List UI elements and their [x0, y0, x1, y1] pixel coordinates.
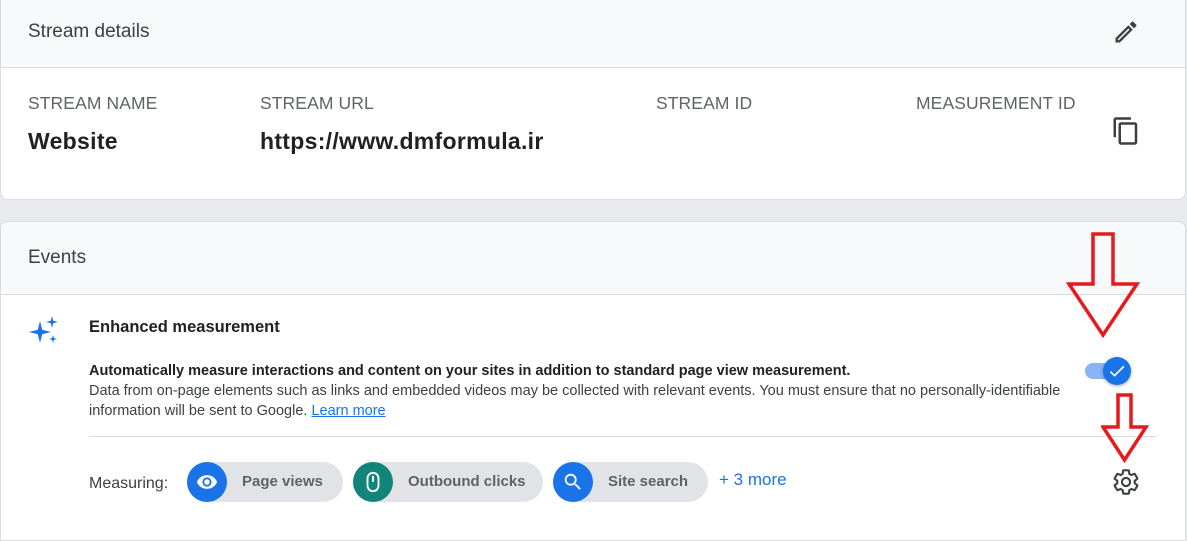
learn-more-link[interactable]: Learn more [311, 403, 385, 419]
measuring-label: Measuring: [89, 475, 169, 492]
enhanced-measurement-summary: Automatically measure interactions and c… [89, 363, 851, 379]
copy-icon [1113, 117, 1138, 145]
stream-url-label: STREAM URL [260, 93, 374, 113]
toggle-thumb [1103, 357, 1131, 385]
copy-measurement-id-button[interactable] [1111, 116, 1141, 146]
annotation-arrow-down-icon [1066, 232, 1140, 338]
stream-id-column: STREAM ID [656, 93, 752, 128]
stream-details-card: Stream details STREAM NAME Website STREA… [0, 0, 1186, 200]
stream-url-column: STREAM URL https://www.dmformula.ir [260, 93, 544, 155]
chip-page-views-label: Page views [242, 473, 323, 490]
events-title: Events [28, 247, 87, 268]
more-events-link[interactable]: + 3 more [719, 470, 787, 490]
eye-icon [196, 475, 218, 489]
stream-name-value: Website [28, 128, 118, 154]
enhanced-measurement-settings-button[interactable] [1112, 468, 1140, 496]
chip-outbound-clicks-icon-circle [353, 462, 393, 502]
stream-id-label: STREAM ID [656, 93, 753, 113]
chip-site-search-icon-circle [553, 462, 593, 502]
chip-page-views-icon-circle [187, 462, 227, 502]
enhanced-measurement-description: Automatically measure interactions and c… [89, 361, 1089, 421]
chip-page-views[interactable]: Page views [187, 462, 343, 502]
mouse-icon [366, 471, 380, 493]
measurement-id-label: MEASUREMENT ID [916, 93, 1076, 113]
enhanced-measurement-title: Enhanced measurement [89, 318, 280, 336]
events-card: Events Enhanced measurement Automaticall… [0, 221, 1186, 541]
check-icon [1109, 365, 1125, 377]
annotation-arrow-down-icon [1101, 393, 1149, 463]
enhanced-measurement-toggle[interactable] [1083, 356, 1133, 386]
chip-site-search-label: Site search [608, 473, 689, 490]
stream-name-label: STREAM NAME [28, 93, 158, 113]
enhanced-measurement-detail: Data from on-page elements such as links… [89, 383, 1061, 419]
chip-outbound-clicks-label: Outbound clicks [408, 473, 526, 490]
chip-site-search[interactable]: Site search [553, 462, 708, 502]
stream-url-value[interactable]: https://www.dmformula.ir [260, 128, 544, 155]
chip-outbound-clicks[interactable]: Outbound clicks [353, 462, 543, 502]
stream-details-header: Stream details [1, 0, 1185, 68]
divider [89, 436, 1157, 437]
stream-details-title: Stream details [28, 21, 150, 42]
measurement-id-column: MEASUREMENT ID [916, 93, 1076, 128]
events-header: Events [1, 222, 1185, 295]
stream-name-column: STREAM NAME Website [28, 93, 157, 155]
pencil-icon [1115, 21, 1137, 43]
edit-stream-button[interactable] [1112, 18, 1140, 46]
sparkle-icon [29, 316, 58, 343]
gear-icon [1113, 469, 1139, 495]
search-icon [564, 473, 581, 490]
